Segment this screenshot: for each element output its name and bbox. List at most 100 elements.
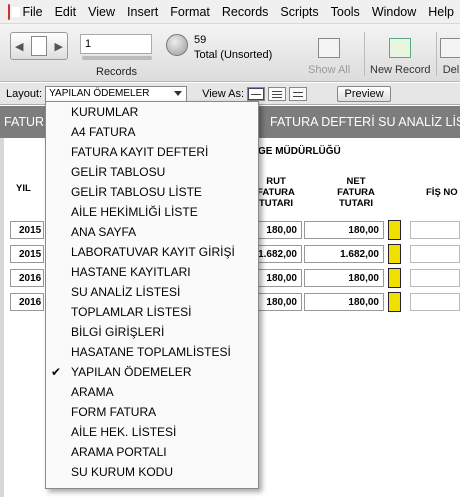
status-indicator[interactable]	[388, 220, 401, 240]
layout-option-label: GELİR TABLOSU LİSTE	[71, 185, 202, 199]
menu-edit[interactable]: Edit	[49, 0, 83, 24]
fis-no-cell[interactable]	[410, 245, 460, 263]
net-amount-cell[interactable]: 180,00	[304, 221, 384, 239]
delete-record-icon	[440, 38, 460, 58]
layout-option-gelir-tablosu[interactable]: GELİR TABLOSU	[46, 162, 258, 182]
records-label: Records	[96, 66, 137, 78]
layout-select-value: YAPILAN ÖDEMELER	[49, 87, 150, 99]
status-indicator[interactable]	[388, 244, 401, 264]
new-record-icon	[389, 38, 412, 58]
show-all-icon	[318, 38, 341, 58]
layout-option-su-kurum-kodu[interactable]: SU KURUM KODU	[46, 462, 258, 482]
layout-option-bilgi-girisleri[interactable]: BİLGİ GİRİŞLERİ	[46, 322, 258, 342]
layout-option-form-fatura[interactable]: FORM FATURA	[46, 402, 258, 422]
layout-option-ana-sayfa[interactable]: ANA SAYFA	[46, 222, 258, 242]
layout-option-arama[interactable]: ARAMA	[46, 382, 258, 402]
new-record-label: New Record	[370, 64, 431, 76]
prev-record-icon[interactable]: ◀	[15, 40, 23, 53]
view-as-table-button[interactable]	[289, 86, 308, 101]
next-record-icon[interactable]: ▶	[55, 40, 63, 53]
layout-option-fatura-kayit-defteri[interactable]: FATURA KAYIT DEFTERİ	[46, 142, 258, 162]
layout-option-label: FATURA KAYIT DEFTERİ	[71, 145, 209, 159]
layout-option-label: GELİR TABLOSU	[71, 165, 166, 179]
menu-scripts[interactable]: Scripts	[274, 0, 324, 24]
layout-option-label: AİLE HEKİMLİĞİ LİSTE	[71, 205, 198, 219]
toolbar-divider	[364, 32, 365, 76]
layout-option-label: HASATANE TOPLAMLİSTESİ	[71, 345, 231, 359]
header-brut-fatura: RUT FATURA TUTARI	[257, 176, 295, 209]
layout-option-hasatane-toplamlistesi[interactable]: HASATANE TOPLAMLİSTESİ	[46, 342, 258, 362]
menu-tools[interactable]: Tools	[325, 0, 366, 24]
app-icon[interactable]	[8, 3, 23, 20]
year-cell[interactable]: 2015	[10, 221, 44, 239]
view-as-form-button[interactable]	[247, 86, 266, 101]
toolbar-divider	[436, 32, 437, 76]
layout-option-label: TOPLAMLAR LİSTESİ	[71, 305, 192, 319]
layout-dropdown-menu: KURUMLAR A4 FATURA FATURA KAYIT DEFTERİ …	[45, 101, 259, 489]
view-as-label: View As:	[202, 87, 245, 100]
layout-option-label: SU ANALİZ LİSTESİ	[71, 285, 181, 299]
net-amount-cell[interactable]: 180,00	[304, 269, 384, 287]
status-indicator[interactable]	[388, 292, 401, 312]
layout-option-label: AİLE HEK. LİSTESİ	[71, 425, 177, 439]
found-set-pie-icon	[166, 34, 188, 56]
show-all-button[interactable]: Show All	[308, 38, 350, 76]
new-record-button[interactable]: New Record	[370, 38, 431, 76]
layout-option-yapilan-odemeler[interactable]: ✔ YAPILAN ÖDEMELER	[46, 362, 258, 382]
fis-no-cell[interactable]	[410, 221, 460, 239]
layout-option-laboratuvar-kayit-girisi[interactable]: LABORATUVAR KAYIT GİRİŞİ	[46, 242, 258, 262]
record-slider[interactable]	[82, 56, 152, 60]
tab-fatura-defteri[interactable]: FATURA DEFTERİ SU ANALİZ LİSTE	[270, 115, 460, 129]
record-navigator[interactable]: ◀ ▶	[10, 32, 68, 60]
layout-option-hastane-kayitlari[interactable]: HASTANE KAYITLARI	[46, 262, 258, 282]
show-all-label: Show All	[308, 64, 351, 76]
layout-option-label: HASTANE KAYITLARI	[71, 265, 191, 279]
layout-label: Layout:	[6, 87, 43, 100]
total-count: 59	[194, 34, 207, 46]
layout-option-label: ARAMA	[71, 385, 114, 399]
menu-bar: File Edit View Insert Format Records Scr…	[0, 0, 460, 24]
year-cell[interactable]: 2016	[10, 269, 44, 287]
layout-option-aile-hekimligi-liste[interactable]: AİLE HEKİMLİĞİ LİSTE	[46, 202, 258, 222]
fis-no-cell[interactable]	[410, 269, 460, 287]
layout-option-label: KURUMLAR	[71, 105, 139, 119]
year-cell[interactable]: 2015	[10, 245, 44, 263]
menu-window[interactable]: Window	[366, 0, 422, 24]
tab-fatura[interactable]: FATUR	[4, 115, 44, 129]
total-label: Total (Unsorted)	[194, 49, 273, 61]
layout-option-arama-portali[interactable]: ARAMA PORTALI	[46, 442, 258, 462]
layout-option-su-analiz-listesi[interactable]: SU ANALİZ LİSTESİ	[46, 282, 258, 302]
view-as-list-button[interactable]	[268, 86, 287, 101]
menu-insert[interactable]: Insert	[121, 0, 164, 24]
net-amount-cell[interactable]: 180,00	[304, 293, 384, 311]
menu-file[interactable]: File	[16, 0, 48, 24]
menu-view[interactable]: View	[82, 0, 121, 24]
status-indicator[interactable]	[388, 268, 401, 288]
layout-option-aile-hek-listesi[interactable]: AİLE HEK. LİSTESİ	[46, 422, 258, 442]
layout-option-label: A4 FATURA	[71, 125, 136, 139]
delete-record-label: Del	[442, 64, 460, 76]
layout-option-label: ANA SAYFA	[71, 225, 137, 239]
layout-option-kurumlar[interactable]: KURUMLAR	[46, 102, 258, 122]
layout-option-gelir-tablosu-liste[interactable]: GELİR TABLOSU LİSTE	[46, 182, 258, 202]
preview-button[interactable]: Preview	[337, 85, 392, 102]
current-record-input[interactable]: 1	[80, 34, 152, 54]
menu-help[interactable]: Help	[422, 0, 460, 24]
header-fis-no: FİŞ NO	[426, 187, 458, 198]
layout-option-label: BİLGİ GİRİŞLERİ	[71, 325, 165, 339]
hospital-label: GE MÜDÜRLÜĞÜ	[258, 146, 341, 157]
year-cell[interactable]: 2016	[10, 293, 44, 311]
header-net-fatura: NET FATURA TUTARI	[337, 176, 375, 209]
layout-option-label: YAPILAN ÖDEMELER	[71, 365, 192, 379]
fis-no-cell[interactable]	[410, 293, 460, 311]
menu-format[interactable]: Format	[164, 0, 216, 24]
layout-option-toplamlar-listesi[interactable]: TOPLAMLAR LİSTESİ	[46, 302, 258, 322]
layout-select[interactable]: YAPILAN ÖDEMELER	[45, 85, 188, 102]
delete-record-button[interactable]: Del	[440, 38, 460, 76]
layout-option-a4-fatura[interactable]: A4 FATURA	[46, 122, 258, 142]
net-amount-cell[interactable]: 1.682,00	[304, 245, 384, 263]
checkmark-icon: ✔	[51, 365, 62, 379]
layout-option-label: FORM FATURA	[71, 405, 157, 419]
menu-records[interactable]: Records	[216, 0, 275, 24]
layout-option-label: SU KURUM KODU	[71, 465, 174, 479]
